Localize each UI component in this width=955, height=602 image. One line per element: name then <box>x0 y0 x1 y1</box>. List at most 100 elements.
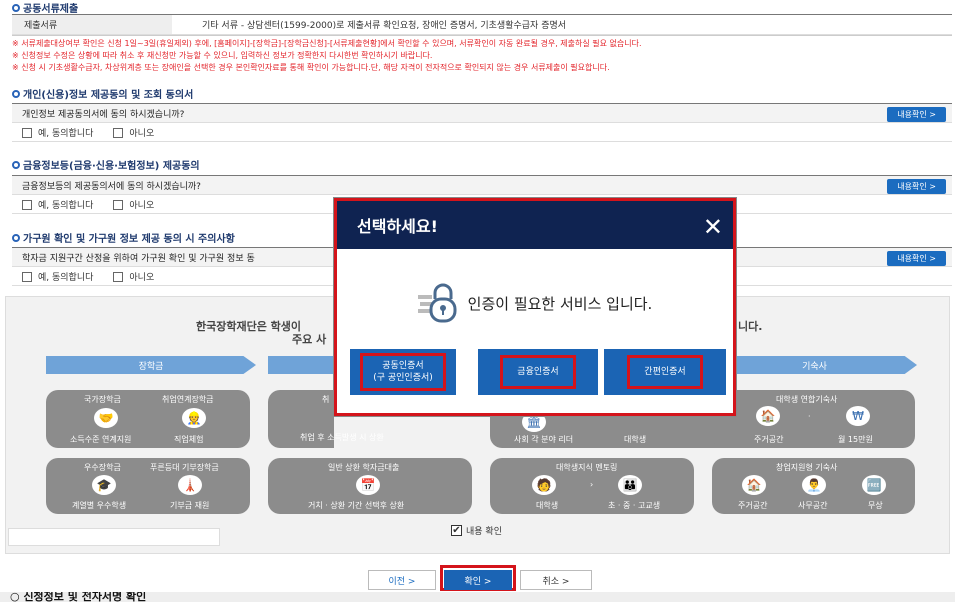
section-personal-title: 개인(신용)정보 제공동의 및 조회 동의서 <box>12 86 193 101</box>
next-section-title: ○ 신청정보 및 전자서명 확인 <box>0 592 955 602</box>
g7-arrow: › <box>590 480 594 489</box>
lighthouse-icon: 🗼 <box>178 475 202 495</box>
section-doc-title: 공동서류제출 <box>12 0 78 15</box>
household-no-checkbox[interactable] <box>113 271 124 282</box>
prev-button[interactable]: 이전 > <box>368 570 436 590</box>
bullet-icon <box>12 233 20 242</box>
joint-certificate-button[interactable]: 공동인증서 (구 공인인증서) <box>350 349 456 395</box>
g1-label-a: 국가장학금 <box>84 395 121 404</box>
group-mentoring-1: 🏛 사회 각 분야 리더 대학생 <box>490 412 736 448</box>
g3-label-c: 사회 각 분야 리더 <box>514 435 574 444</box>
notes: ※ 서류제출대상여부 확인은 신청 1일~3일(휴일제외) 후에, [홈페이지]… <box>12 38 642 74</box>
group-loan-2: 일반 상환 학자금대출 📅 거치 · 상환 기간 선택후 상환 <box>268 458 472 514</box>
finance-no-checkbox[interactable] <box>113 199 124 210</box>
bullet-icon <box>12 3 20 12</box>
lock-icon <box>417 283 457 323</box>
simple-certificate-button[interactable]: 간편인증서 <box>604 349 726 395</box>
worker-icon: 👷 <box>182 408 206 428</box>
g2-label-c: 취업 후 소득발생 시 상환 <box>300 433 384 442</box>
group-mentoring-2: 대학생지식 멘토링 🧑 › 👪 대학생 초 · 중 · 고교생 <box>490 458 694 514</box>
g6-label-a: 일반 상환 학자금대출 <box>328 463 400 472</box>
doc-table-label: 제출서류 <box>12 15 172 34</box>
note-3: ※ 신청 시 기초생활수급자, 차상위계층 또는 장애인을 선택한 경우 본인확… <box>12 63 610 72</box>
bullet-icon <box>12 160 20 169</box>
finance-question-row: 금융정보등의 제공동의서에 동의 하시겠습니까? 내용확인 > <box>12 175 952 195</box>
household-yes-label: 예, 동의합니다 <box>38 273 94 283</box>
calendar-icon: 📅 <box>356 475 380 495</box>
g1-label-b: 취업연계장학금 <box>162 395 214 404</box>
g7-label-c: 대학생 <box>536 501 559 510</box>
personal-answer-row: 예, 동의합니다 아니오 <box>12 124 952 142</box>
next-section-title-text: 신청정보 및 전자서명 확인 <box>23 592 147 602</box>
finance-question: 금융정보등의 제공동의서에 동의 하시겠습니까? <box>22 181 201 192</box>
g5-label-b: 푸른등대 기부장학금 <box>150 463 219 472</box>
children-icon: 👪 <box>618 475 642 495</box>
household-yes-checkbox[interactable] <box>22 271 32 282</box>
section-doc-title-text: 공동서류제출 <box>23 4 79 15</box>
g1-label-c: 소득수준 연계지원 <box>70 435 132 444</box>
note-1: ※ 서류제출대상여부 확인은 신청 1일~3일(휴일제외) 후에, [홈페이지]… <box>12 39 642 48</box>
personal-yes-checkbox[interactable] <box>22 127 32 138</box>
won-icon: ₩ <box>846 406 870 426</box>
section-household-title: 가구원 확인 및 가구원 정보 제공 동의 시 주의사항 <box>12 230 235 245</box>
close-icon[interactable]: ✕ <box>703 213 723 241</box>
section-household-title-text: 가구원 확인 및 가구원 정보 제공 동의 시 주의사항 <box>23 234 235 245</box>
office-worker-icon: 👨‍💼 <box>802 475 826 495</box>
modal-title: 선택하세요! <box>357 217 438 236</box>
bullet-icon <box>12 89 20 98</box>
doc-table-value: 기타 서류 - 상담센터(1599-2000)로 제출서류 확인요청, 장애인 … <box>202 21 567 31</box>
handshake-icon: 🤝 <box>94 408 118 428</box>
financial-certificate-button[interactable]: 금융인증서 <box>478 349 598 395</box>
confirm-button[interactable]: 확인 > <box>444 570 512 590</box>
graduation-cap-icon: 🎓 <box>92 475 116 495</box>
g5-label-c: 계열별 우수학생 <box>72 501 127 510</box>
g5-label-a: 우수장학금 <box>84 463 121 472</box>
student-icon: 🧑 <box>532 475 556 495</box>
content-check-checkbox[interactable]: ✔ <box>451 525 462 536</box>
personal-question: 개인정보 제공동의서에 동의 하시겠습니까? <box>22 109 185 120</box>
note-2: ※ 신청정보 수정은 상황에 따라 취소 후 재신청만 가능할 수 있으니, 입… <box>12 51 433 60</box>
g3-label-d: 대학생 <box>624 435 647 444</box>
finance-detail-button[interactable]: 내용확인 > <box>887 179 946 194</box>
personal-question-row: 개인정보 제공동의서에 동의 하시겠습니까? 내용확인 > <box>12 103 952 123</box>
g4-label-a: 대학생 연합기숙사 <box>776 395 838 404</box>
g8-label-c: 주거공간 <box>738 501 768 510</box>
house-icon: 🏠 <box>742 475 766 495</box>
doc-table: 제출서류 기타 서류 - 상담센터(1599-2000)로 제출서류 확인요청, … <box>12 14 952 36</box>
panel-intro-right: 니다. <box>738 320 763 333</box>
auth-modal: 선택하세요! ✕ 인증이 필요한 서비스 입니다. 공동인증서 (구 공인인증서)… <box>334 198 736 416</box>
personal-detail-button[interactable]: 내용확인 > <box>887 107 946 122</box>
household-detail-button[interactable]: 내용확인 > <box>887 251 946 266</box>
finance-no-label: 아니오 <box>129 201 155 211</box>
finance-yes-label: 예, 동의합니다 <box>38 201 94 211</box>
g8-label-d: 사무공간 <box>798 501 828 510</box>
house-icon: 🏠 <box>756 406 780 426</box>
section-personal-title-text: 개인(신용)정보 제공동의 및 조회 동의서 <box>23 90 194 101</box>
personal-no-label: 아니오 <box>129 129 155 139</box>
household-no-label: 아니오 <box>129 273 155 283</box>
cancel-button[interactable]: 취소 > <box>520 570 592 590</box>
group-scholarship-1: 국가장학금 취업연계장학금 🤝 👷 소득수준 연계지원 직업체험 <box>46 390 250 448</box>
g1-label-d: 직업체험 <box>174 435 204 444</box>
modal-header: 선택하세요! ✕ <box>337 201 733 249</box>
g4-dot: · <box>808 412 811 421</box>
blank-field <box>8 528 220 546</box>
free-icon: 🆓 <box>862 475 886 495</box>
personal-no-checkbox[interactable] <box>113 127 124 138</box>
content-check-label: 내용 확인 <box>466 527 502 537</box>
personal-yes-label: 예, 동의합니다 <box>38 129 94 139</box>
financial-certificate-label: 금융인증서 <box>500 355 576 389</box>
modal-message-row: 인증이 필요한 서비스 입니다. <box>337 281 733 325</box>
group-dorm-2: 창업지원형 기숙사 🏠 👨‍💼 🆓 주거공간 사무공간 무상 <box>712 458 915 514</box>
section-finance-title: 금융정보등(금융·신용·보험정보) 제공동의 <box>12 157 200 172</box>
g7-label-a: 대학생지식 멘토링 <box>556 463 618 472</box>
g8-label-e: 무상 <box>868 501 883 510</box>
content-check-row: ✔ 내용 확인 <box>451 524 502 537</box>
g5-label-d: 기부금 재원 <box>170 501 210 510</box>
finance-yes-checkbox[interactable] <box>22 199 32 210</box>
panel-intro-line2: 주요 사 <box>292 333 327 346</box>
simple-certificate-label: 간편인증서 <box>627 355 703 389</box>
g4-label-d: 월 15만원 <box>838 435 873 444</box>
g4-label-c: 주거공간 <box>754 435 784 444</box>
g2-label-a: 취 <box>322 395 330 404</box>
